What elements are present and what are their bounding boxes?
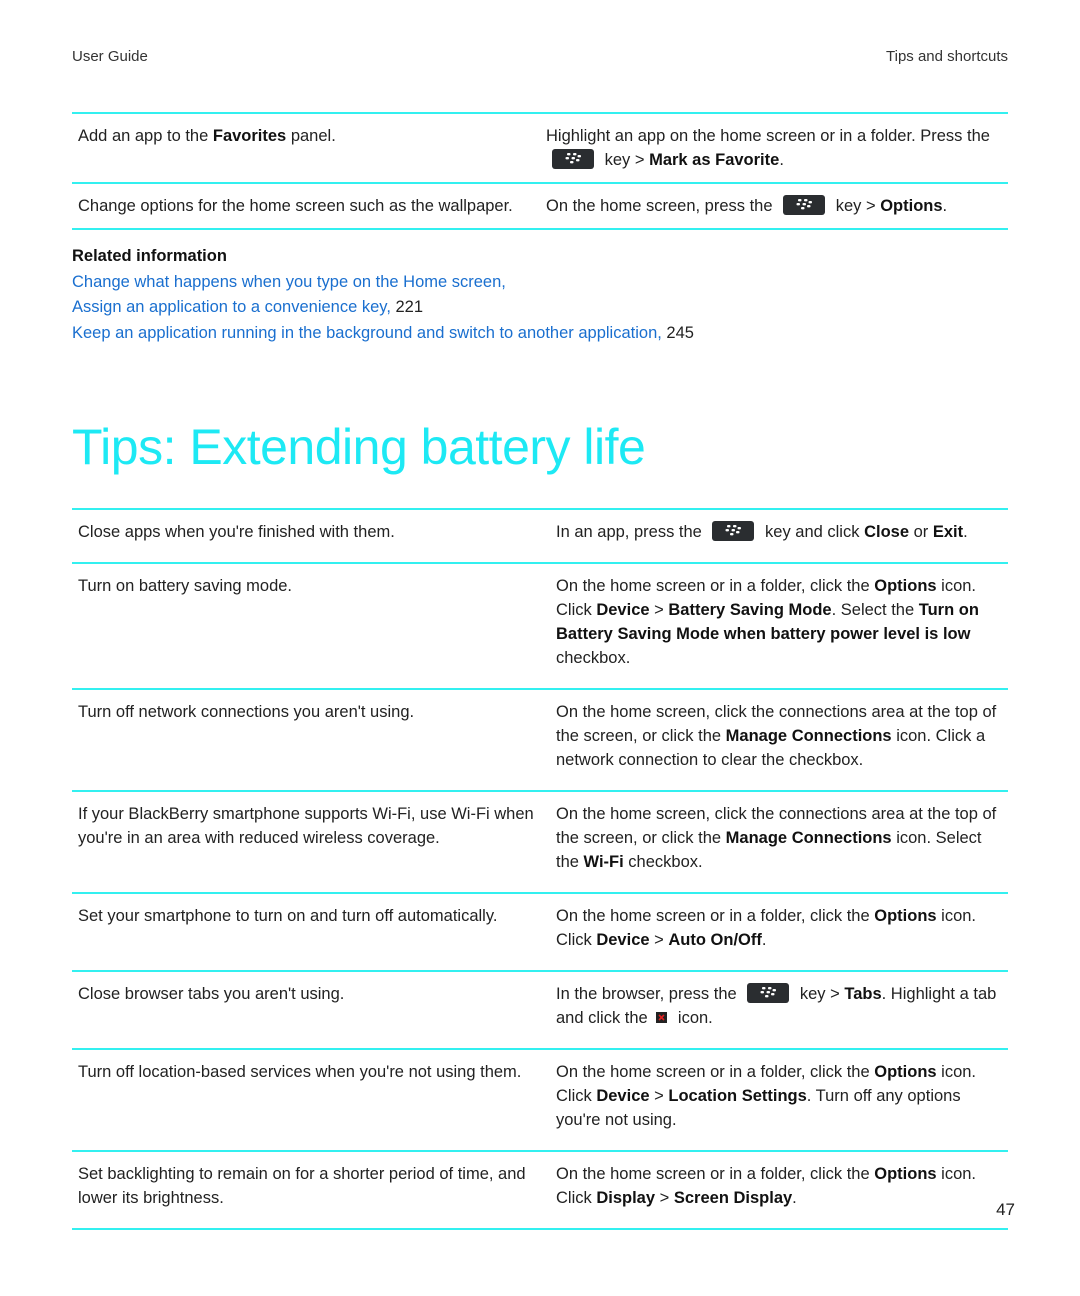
table-row: Close browser tabs you aren't using. In t… (72, 970, 1008, 1049)
action-cell: On the home screen, click the connection… (550, 790, 1008, 893)
ui-term: Location Settings (668, 1087, 807, 1105)
table-row: Turn on battery saving mode. On the home … (72, 562, 1008, 689)
running-header-right: Tips and shortcuts (886, 48, 1008, 65)
ui-term: Device (596, 931, 650, 949)
related-link-background-app[interactable]: Keep an application running in the backg… (72, 324, 662, 342)
related-link-row: Keep an application running in the backg… (72, 321, 694, 347)
ui-term: Auto On/Off (668, 931, 762, 949)
running-header-left: User Guide (72, 48, 148, 65)
ui-term: Favorites (212, 127, 287, 145)
section-title: Tips: Extending battery life (72, 419, 646, 475)
table-row: Close apps when you're finished with the… (72, 508, 1008, 563)
action-cell: Highlight an app on the home screen or i… (540, 112, 1008, 183)
ui-term: Manage Connections (725, 727, 892, 745)
action-cell: In an app, press the key and click Close… (550, 508, 1008, 563)
ui-term: Options (874, 1063, 937, 1081)
page-number: 47 (996, 1200, 1015, 1219)
ui-term: Screen Display (673, 1189, 793, 1207)
table-row: Add an app to the Favorites panel. Highli… (72, 112, 1008, 183)
blackberry-menu-key-icon (712, 520, 755, 541)
ui-term: Options (874, 1165, 937, 1183)
action-cell: On the home screen or in a folder, click… (550, 1048, 1008, 1151)
action-cell: In the browser, press the key > Tabs. Hi… (550, 970, 1008, 1049)
battery-tips-table: Close apps when you're finished with the… (72, 508, 1008, 1230)
task-cell: Turn on battery saving mode. (72, 562, 550, 689)
related-link-change-typing[interactable]: Change what happens when you type on the… (72, 273, 506, 291)
action-cell: On the home screen or in a folder, click… (550, 562, 1008, 689)
task-cell: Turn off network connections you aren't … (72, 688, 550, 791)
ui-term: Device (596, 601, 650, 619)
task-cell: Close apps when you're finished with the… (72, 508, 550, 563)
ui-term: Options (874, 577, 937, 595)
related-link-page: 245 (666, 323, 694, 342)
ui-term: Close (864, 523, 909, 541)
table-row: Set backlighting to remain on for a shor… (72, 1150, 1008, 1230)
action-cell: On the home screen or in a folder, click… (550, 1150, 1008, 1230)
close-tab-icon (656, 1012, 668, 1024)
table-row: Turn off location-based services when yo… (72, 1048, 1008, 1151)
ui-term: Options (880, 197, 943, 215)
ui-term: Manage Connections (725, 829, 892, 847)
action-cell: On the home screen, click the connection… (550, 688, 1008, 791)
task-cell: Close browser tabs you aren't using. (72, 970, 550, 1049)
ui-term: Battery Saving Mode (668, 601, 832, 619)
ui-term: Device (596, 1087, 650, 1105)
blackberry-menu-key-icon (747, 982, 790, 1003)
ui-term: Tabs (844, 985, 882, 1003)
related-information-heading: Related information (72, 247, 227, 265)
task-cell: If your BlackBerry smartphone supports W… (72, 790, 550, 893)
task-cell: Turn off location-based services when yo… (72, 1048, 550, 1151)
table-row: Set your smartphone to turn on and turn … (72, 892, 1008, 971)
related-link-page: 221 (395, 298, 424, 316)
home-screen-tips-table: Add an app to the Favorites panel. Highli… (72, 112, 1008, 230)
blackberry-menu-key-icon (552, 148, 594, 169)
related-link-convenience-key[interactable]: Assign an application to a convenience k… (72, 298, 391, 316)
task-cell: Set backlighting to remain on for a shor… (72, 1150, 550, 1230)
task-cell: Change options for the home screen such … (72, 182, 540, 230)
table-row: Turn off network connections you aren't … (72, 688, 1008, 791)
ui-term: Options (874, 907, 937, 925)
action-cell: On the home screen, press the key > Opti… (540, 182, 1008, 230)
task-cell: Add an app to the Favorites panel. (72, 112, 540, 183)
ui-term: Exit (932, 523, 964, 541)
ui-term: Mark as Favorite (649, 151, 780, 169)
table-row: Change options for the home screen such … (72, 182, 1008, 230)
ui-term: Wi-Fi (583, 853, 624, 871)
action-cell: On the home screen or in a folder, click… (550, 892, 1008, 971)
related-information: Related information Change what happens … (72, 244, 694, 346)
related-link-row: Assign an application to a convenience k… (72, 295, 694, 321)
blackberry-menu-key-icon (783, 194, 826, 215)
related-link-row: Change what happens when you type on the… (72, 270, 694, 296)
ui-term: Display (596, 1189, 656, 1207)
task-cell: Set your smartphone to turn on and turn … (72, 892, 550, 971)
table-row: If your BlackBerry smartphone supports W… (72, 790, 1008, 893)
